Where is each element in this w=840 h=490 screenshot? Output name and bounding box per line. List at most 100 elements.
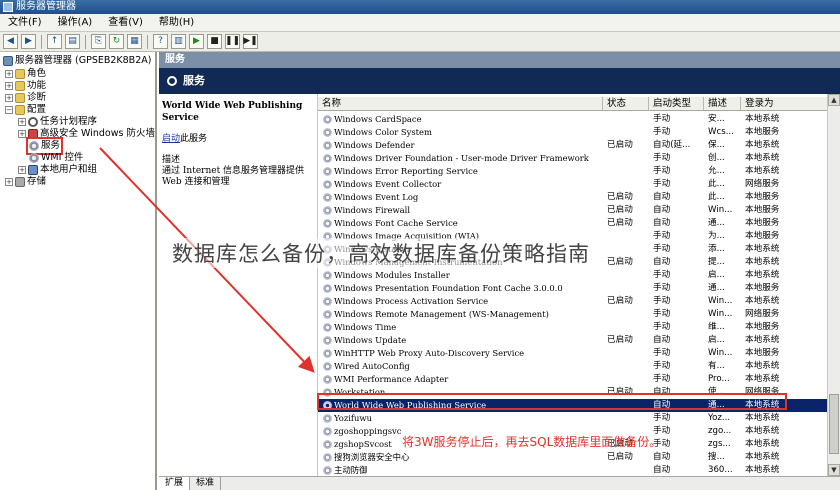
- expand-icon[interactable]: +: [18, 118, 26, 126]
- menu-view[interactable]: 查看(V): [100, 14, 151, 32]
- service-startup-cell: 自动: [653, 400, 671, 410]
- service-row[interactable]: Windows Update 已启动 自动 启... 本地系统: [318, 334, 827, 347]
- tree-item-features[interactable]: + 功能: [5, 80, 46, 92]
- column-header-description[interactable]: 描述: [704, 97, 741, 111]
- service-startup-cell: 手动: [653, 348, 671, 358]
- service-desc-cell: 有...: [708, 361, 725, 371]
- tree-item-services[interactable]: 服务: [25, 137, 64, 155]
- stop-icon[interactable]: ■: [207, 34, 222, 49]
- refresh-icon[interactable]: ↻: [109, 34, 124, 49]
- tree-item-wmi[interactable]: WMI 控件: [29, 152, 83, 164]
- scroll-thumb[interactable]: [829, 394, 839, 454]
- service-gear-icon: [323, 206, 332, 215]
- service-logon-cell: 本地服务: [745, 218, 780, 228]
- tree-root[interactable]: 服务器管理器 (GPSEB2K8B2A): [3, 55, 151, 67]
- column-header-startup-type[interactable]: 启动类型: [649, 97, 704, 111]
- service-row[interactable]: Windows Defender 已启动 自动(延... 保... 本地系统: [318, 139, 827, 152]
- service-name-cell: Yozifuwu: [334, 413, 372, 423]
- service-row[interactable]: Windows Time 手动 维... 本地服务: [318, 321, 827, 334]
- search-icon: [167, 76, 177, 86]
- expand-icon[interactable]: +: [5, 94, 13, 102]
- column-header-name[interactable]: 名称: [318, 97, 603, 111]
- service-row[interactable]: Windows Font Cache Service 已启动 自动 通... 本地服务: [318, 217, 827, 230]
- tree-item-configuration[interactable]: − 配置: [5, 104, 46, 116]
- service-desc-cell: 通...: [708, 400, 725, 410]
- tree-item-storage[interactable]: + 存储: [5, 176, 46, 188]
- expand-icon[interactable]: +: [5, 82, 13, 90]
- tab-extended[interactable]: 扩展: [159, 477, 191, 490]
- vertical-scrollbar[interactable]: ▲ ▼: [827, 94, 840, 476]
- service-startup-cell: 自动: [653, 192, 671, 202]
- expand-icon[interactable]: +: [5, 178, 13, 186]
- properties-icon[interactable]: ▦: [127, 34, 142, 49]
- service-row[interactable]: Windows Remote Management (WS-Management…: [318, 308, 827, 321]
- view-icon[interactable]: ▥: [171, 34, 186, 49]
- expand-icon[interactable]: +: [18, 130, 26, 138]
- tree-item-task-scheduler[interactable]: + 任务计划程序: [18, 116, 97, 128]
- column-header-logon[interactable]: 登录为: [741, 97, 827, 111]
- service-logon-cell: 本地系统: [745, 257, 780, 267]
- service-row[interactable]: Windows Process Activation Service 已启动 手动 W…: [318, 295, 827, 308]
- service-row[interactable]: Windows Error Reporting Service 手动 允... 本地系…: [318, 165, 827, 178]
- column-header-status[interactable]: 状态: [603, 97, 649, 111]
- show-tree-icon[interactable]: ▤: [65, 34, 80, 49]
- server-manager-icon: [3, 2, 13, 12]
- menu-file[interactable]: 文件(F): [0, 14, 50, 32]
- service-name-cell: WinHTTP Web Proxy Auto-Discovery Service: [334, 348, 525, 358]
- back-icon[interactable]: ◀: [3, 34, 18, 49]
- menu-help[interactable]: 帮助(H): [151, 14, 202, 32]
- forward-icon[interactable]: ▶: [21, 34, 36, 49]
- service-row[interactable]: 搜狗浏览器安全中心 已启动 自动 搜... 本地系统: [318, 451, 827, 464]
- service-row[interactable]: Windows CardSpace 手动 安... 本地系统: [318, 113, 827, 126]
- roles-icon: [15, 69, 25, 79]
- start-icon[interactable]: ▶: [189, 34, 204, 49]
- service-status-cell: 已启动: [607, 140, 633, 150]
- service-row[interactable]: Windows Modules Installer 手动 启... 本地系统: [318, 269, 827, 282]
- service-name-cell: World Wide Web Publishing Service: [334, 400, 487, 410]
- expand-icon[interactable]: +: [18, 166, 26, 174]
- service-row[interactable]: World Wide Web Publishing Service 自动 通... 本…: [318, 399, 827, 412]
- service-description-title: World Wide Web Publishing Service: [162, 101, 303, 123]
- navigation-tree: 服务器管理器 (GPSEB2K8B2A) + 角色 + 功能 + 诊断 − 配置…: [0, 52, 157, 490]
- service-desc-cell: Pro...: [708, 374, 730, 384]
- scroll-up-icon[interactable]: ▲: [828, 94, 840, 106]
- service-row[interactable]: Windows Firewall 已启动 自动 Win... 本地服务: [318, 204, 827, 217]
- service-startup-cell: 手动: [653, 244, 671, 254]
- collapse-icon[interactable]: −: [5, 106, 13, 114]
- services-list: 名称 状态 启动类型 描述 登录为 Windows CardSpace 手动 安..…: [317, 94, 827, 476]
- features-icon: [15, 81, 25, 91]
- service-row[interactable]: Windows Event Collector 手动 此... 网络服务: [318, 178, 827, 191]
- service-row[interactable]: Windows Presentation Foundation Font Cac…: [318, 282, 827, 295]
- service-row[interactable]: 主动防御 自动 360... 本地系统: [318, 464, 827, 476]
- tree-item-roles[interactable]: + 角色: [5, 68, 46, 80]
- up-folder-icon[interactable]: ↑: [47, 34, 62, 49]
- service-row[interactable]: WMI Performance Adapter 手动 Pro... 本地系统: [318, 373, 827, 386]
- tree-item-local-users[interactable]: + 本地用户和组: [18, 164, 97, 176]
- tree-item-diagnostics[interactable]: + 诊断: [5, 92, 46, 104]
- service-row[interactable]: Wired AutoConfig 手动 有... 本地系统: [318, 360, 827, 373]
- toolbar-divider: [147, 34, 148, 49]
- pause-icon[interactable]: ❚❚: [225, 34, 240, 49]
- menu-action[interactable]: 操作(A): [50, 14, 101, 32]
- export-icon[interactable]: ⎘: [91, 34, 106, 49]
- service-row[interactable]: Windows Driver Foundation - User-mode Dr…: [318, 152, 827, 165]
- service-startup-cell: 手动: [653, 361, 671, 371]
- service-logon-cell: 本地系统: [745, 439, 780, 449]
- service-row[interactable]: Yozifuwu 手动 Yoz... 本地系统: [318, 412, 827, 425]
- tree-item-label: 配置: [27, 104, 47, 115]
- pane-subheader-title: 服务: [183, 74, 205, 87]
- tab-standard[interactable]: 标准: [190, 477, 222, 490]
- service-row[interactable]: Windows Event Log 已启动 自动 此... 本地服务: [318, 191, 827, 204]
- service-row[interactable]: Workstation 已启动 自动 使... 网络服务: [318, 386, 827, 399]
- expand-icon[interactable]: +: [5, 70, 13, 78]
- service-status-cell: 已启动: [607, 218, 633, 228]
- start-service-link[interactable]: 启动: [162, 134, 180, 144]
- service-row[interactable]: WinHTTP Web Proxy Auto-Discovery Service…: [318, 347, 827, 360]
- service-row[interactable]: Windows Color System 手动 Wcs... 本地服务: [318, 126, 827, 139]
- description-block: 描述 通过 Internet 信息服务管理器提供 Web 连接和管理: [162, 155, 314, 188]
- help-icon[interactable]: ?: [153, 34, 168, 49]
- service-desc-cell: 此...: [708, 192, 725, 202]
- tree-item-firewall[interactable]: + 高级安全 Windows 防火墙: [18, 128, 155, 140]
- scroll-down-icon[interactable]: ▼: [828, 464, 840, 476]
- restart-icon[interactable]: ▶❚: [243, 34, 258, 49]
